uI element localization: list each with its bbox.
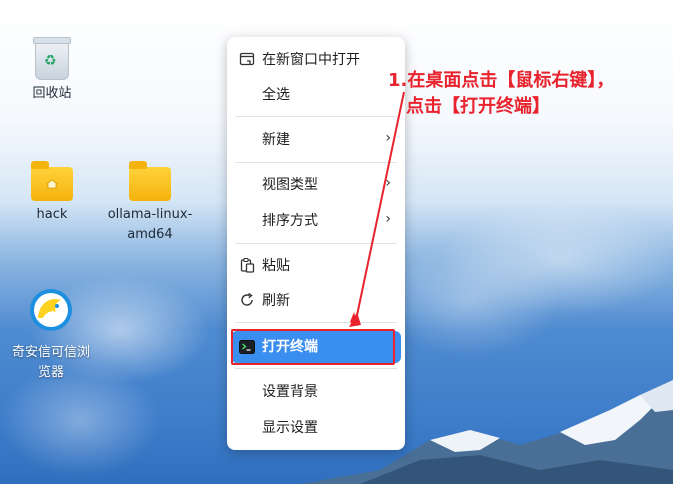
annotation-line2: 点击【打开终端】: [406, 96, 550, 117]
annotation-line1: 1.在桌面点击【鼠标右键】，: [388, 70, 615, 91]
annotation-instruction: 1.在桌面点击【鼠标右键】， 点击【打开终端】: [388, 68, 668, 120]
